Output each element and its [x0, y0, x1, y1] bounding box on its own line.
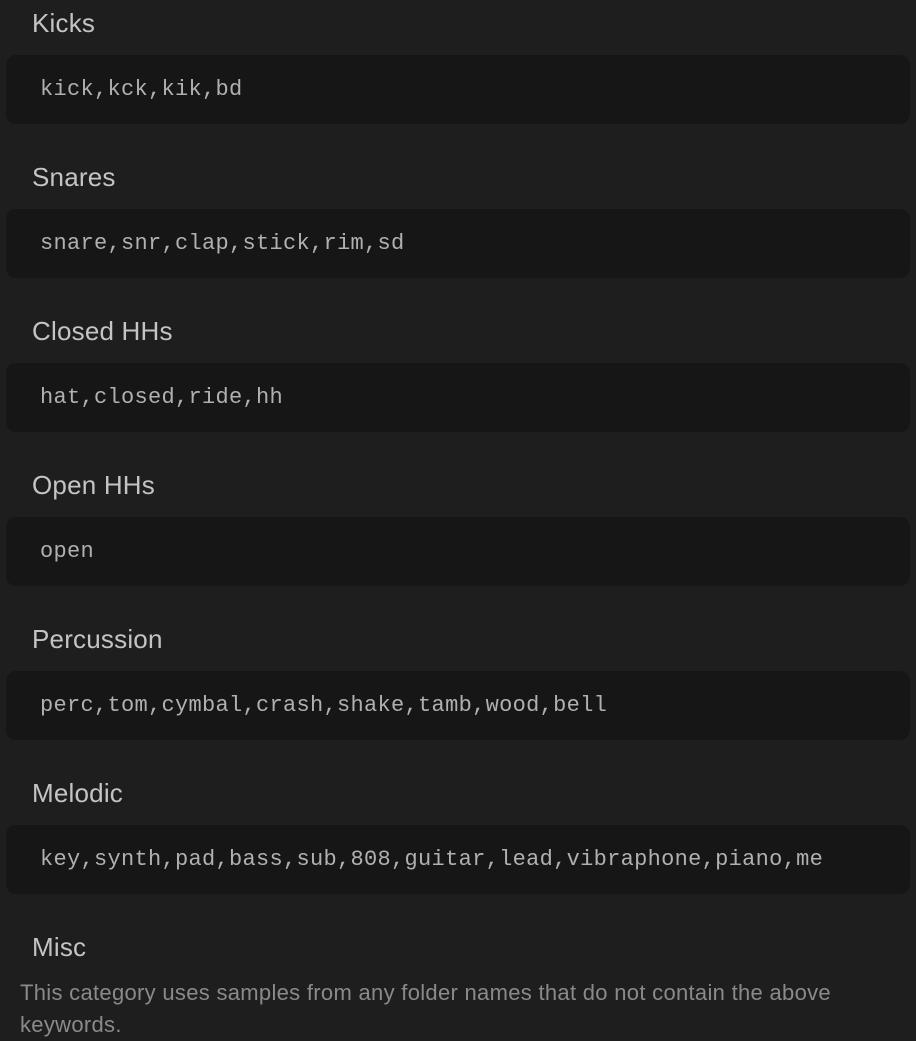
- category-input-melodic[interactable]: [6, 825, 910, 894]
- category-input-snares[interactable]: [6, 209, 910, 278]
- category-open-hhs: Open HHs: [6, 470, 910, 586]
- category-label-melodic: Melodic: [6, 778, 910, 809]
- category-snares: Snares: [6, 162, 910, 278]
- category-input-percussion[interactable]: [6, 671, 910, 740]
- category-label-snares: Snares: [6, 162, 910, 193]
- category-misc: Misc This category uses samples from any…: [6, 932, 910, 1041]
- category-input-open-hhs[interactable]: [6, 517, 910, 586]
- category-description-misc: This category uses samples from any fold…: [6, 977, 910, 1041]
- category-input-closed-hhs[interactable]: [6, 363, 910, 432]
- category-label-kicks: Kicks: [6, 8, 910, 39]
- category-melodic: Melodic: [6, 778, 910, 894]
- category-input-kicks[interactable]: [6, 55, 910, 124]
- category-percussion: Percussion: [6, 624, 910, 740]
- category-kicks: Kicks: [6, 8, 910, 124]
- category-label-closed-hhs: Closed HHs: [6, 316, 910, 347]
- category-closed-hhs: Closed HHs: [6, 316, 910, 432]
- category-label-open-hhs: Open HHs: [6, 470, 910, 501]
- category-label-percussion: Percussion: [6, 624, 910, 655]
- category-label-misc: Misc: [6, 932, 910, 963]
